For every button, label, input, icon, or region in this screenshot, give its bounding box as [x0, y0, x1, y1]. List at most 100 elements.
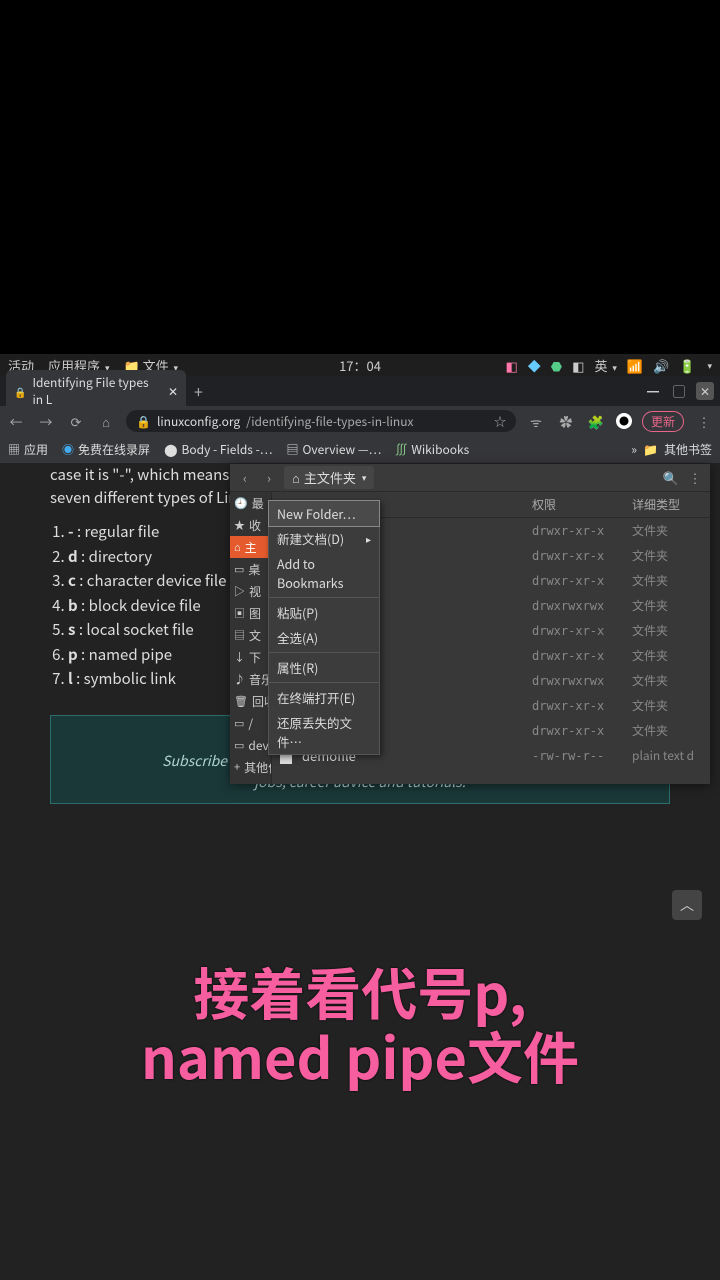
sidebar-item[interactable]: +其他位置 [230, 756, 271, 778]
back-button[interactable]: ‹ [236, 468, 254, 487]
back-button[interactable]: ← [6, 412, 26, 431]
clock-icon: 🕘 [234, 495, 248, 511]
video-caption: 接着看代号p, named pipe文件 [0, 960, 720, 1089]
lock-icon: 🔒 [136, 413, 151, 430]
file-type: 文件夹 [632, 597, 702, 614]
forward-button[interactable]: › [260, 468, 278, 487]
overflow-icon[interactable]: » [631, 441, 637, 458]
lock-icon: 🔒 [14, 384, 26, 399]
folder-icon: ▭ [234, 737, 244, 753]
file-permissions: drwxr-xr-x [532, 549, 632, 563]
scroll-top-button[interactable]: ︿ [672, 890, 702, 920]
menu-icon[interactable]: ⋮ [694, 412, 714, 431]
sidebar-item[interactable]: ▭桌 [230, 558, 271, 580]
file-permissions: -rw-rw-r-- [532, 749, 632, 763]
menu-separator [269, 652, 379, 653]
sidebar-item[interactable]: ♪音乐 [230, 668, 271, 690]
minimize-button[interactable]: ━ [644, 382, 662, 400]
sidebar-item[interactable]: ↓下 [230, 646, 271, 668]
profile-icon[interactable]: ● [616, 413, 632, 429]
file-type: 文件夹 [632, 722, 702, 739]
file-permissions: drwxrwxrwx [532, 674, 632, 688]
file-type: 文件夹 [632, 697, 702, 714]
bookmark-item[interactable]: ∭Wikibooks [395, 441, 469, 458]
menu-properties[interactable]: 属性(R) [269, 655, 379, 680]
maximize-button[interactable]: ▢ [670, 382, 688, 400]
sidebar-item[interactable]: ▤文 [230, 624, 271, 646]
file-permissions: drwxr-xr-x [532, 524, 632, 538]
sidebar-item[interactable]: ▭/ [230, 712, 271, 734]
forward-button[interactable]: → [36, 412, 56, 431]
path-breadcrumb[interactable]: ⌂ 主文件夹 ▾ [284, 466, 374, 489]
tray-icon[interactable]: ◧ [572, 356, 584, 375]
search-button[interactable]: 🔍 [662, 468, 680, 487]
sidebar-item[interactable]: ★收 [230, 514, 271, 536]
ext-icon[interactable]: ✿ [556, 412, 576, 431]
bookmark-item[interactable]: ⬤Body - Fields -… [164, 441, 272, 458]
file-permissions: drwxr-xr-x [532, 624, 632, 638]
folder-icon: ▭ [234, 715, 244, 731]
new-tab-button[interactable]: + [194, 379, 203, 403]
menu-open-terminal[interactable]: 在终端打开(E) [269, 685, 379, 710]
tray-icon[interactable]: ⬣ [551, 356, 562, 375]
volume-icon[interactable]: 🔊 [653, 356, 669, 375]
file-permissions: drwxrwxrwx [532, 599, 632, 613]
sidebar-item[interactable]: ▣图 [230, 602, 271, 624]
ext-icon[interactable]: ᯤ [526, 412, 546, 431]
sidebar-item[interactable]: ▭dev [230, 734, 271, 756]
menu-separator [269, 682, 379, 683]
view-options[interactable]: ⋮ [686, 468, 704, 487]
apps-icon: ▦ [8, 441, 20, 458]
wifi-icon[interactable]: 📶 [627, 356, 643, 375]
bookmark-item[interactable]: ◉免费在线录屏 [62, 441, 150, 458]
home-button[interactable]: ⌂ [96, 412, 116, 431]
submenu-arrow-icon: ▸ [366, 531, 371, 546]
file-type: 文件夹 [632, 547, 702, 564]
menu-new-document[interactable]: 新建文档(D)▸ [269, 526, 379, 551]
image-icon: ▣ [234, 605, 245, 621]
input-method[interactable]: 英 ▾ [594, 356, 616, 375]
battery-icon[interactable]: 🔋 [679, 356, 695, 375]
menu-paste[interactable]: 粘贴(P) [269, 600, 379, 625]
sidebar-item[interactable]: ⌂主 [230, 536, 271, 558]
menu-new-folder[interactable]: New Folder… [268, 500, 380, 527]
file-type: 文件夹 [632, 522, 702, 539]
bookmark-item[interactable]: ▤Overview —… [287, 441, 382, 458]
extensions-icon[interactable]: 🧩 [586, 412, 606, 431]
close-tab-icon[interactable]: ✕ [168, 383, 178, 400]
browser-toolbar: ← → ⟳ ⌂ 🔒 linuxconfig.org /identifying-f… [0, 406, 720, 436]
music-icon: ♪ [234, 671, 245, 687]
bookmark-star-icon[interactable]: ☆ [494, 413, 506, 430]
system-menu-chevron[interactable]: ▾ [707, 359, 712, 372]
book-icon: ▤ [287, 441, 299, 458]
reload-button[interactable]: ⟳ [66, 412, 86, 431]
dot-icon: ⬤ [164, 441, 177, 458]
other-bookmarks[interactable]: 其他书签 [664, 441, 712, 458]
sidebar-item[interactable]: ▷视 [230, 580, 271, 602]
tray-icon[interactable]: ◆ [528, 356, 541, 375]
menu-select-all[interactable]: 全选(A) [269, 625, 379, 650]
desktop-icon: ▭ [234, 561, 244, 577]
update-button[interactable]: 更新 [642, 411, 684, 432]
star-icon: ★ [234, 517, 245, 533]
address-bar[interactable]: 🔒 linuxconfig.org /identifying-file-type… [126, 410, 516, 432]
file-type: 文件夹 [632, 572, 702, 589]
bookmarks-bar: ▦应用 ◉免费在线录屏 ⬤Body - Fields -… ▤Overview … [0, 436, 720, 464]
tab-title: Identifying File types in L [32, 374, 157, 408]
file-type: 文件夹 [632, 672, 702, 689]
tray-icon[interactable]: ◧ [505, 356, 517, 375]
wiki-icon: ∭ [395, 441, 407, 458]
file-permissions: drwxr-xr-x [532, 649, 632, 663]
bookmark-apps[interactable]: ▦应用 [8, 441, 48, 458]
menu-add-bookmark[interactable]: Add to Bookmarks [269, 551, 379, 595]
clock[interactable]: 17：04 [339, 356, 381, 375]
menu-restore-missing[interactable]: 还原丢失的文件… [269, 710, 379, 754]
file-type: plain text d [632, 747, 702, 764]
close-window-button[interactable]: ✕ [696, 382, 714, 400]
home-icon: ⌂ [234, 539, 241, 555]
sidebar-item[interactable]: 🗑回收站 [230, 690, 271, 712]
menu-separator [269, 597, 379, 598]
video-icon: ▷ [234, 583, 245, 599]
sidebar-item[interactable]: 🕘最 [230, 492, 271, 514]
browser-tab-strip: 🔒 Identifying File types in L ✕ + ━ ▢ ✕ [0, 376, 720, 406]
